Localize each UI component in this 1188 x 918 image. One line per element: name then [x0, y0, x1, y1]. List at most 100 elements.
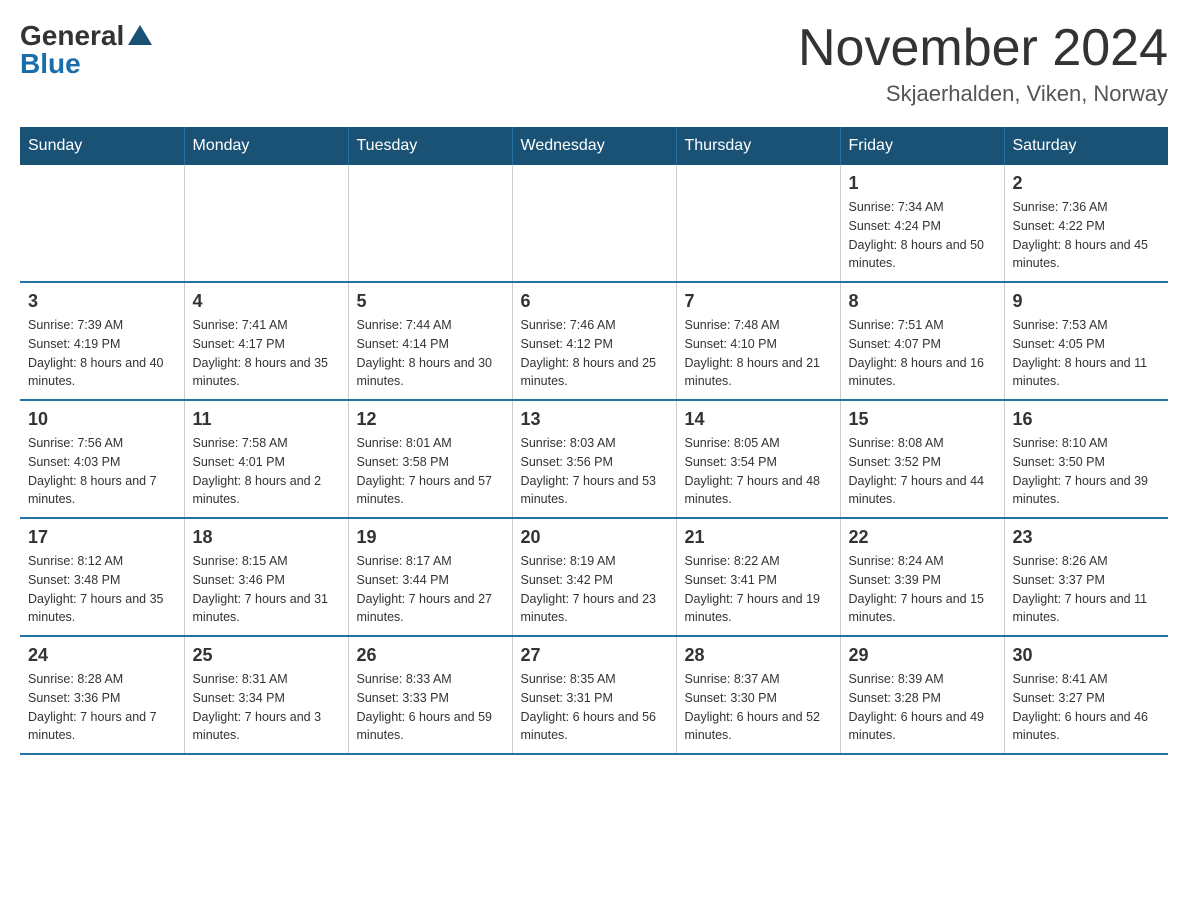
- calendar-week-row: 17 Sunrise: 8:12 AMSunset: 3:48 PMDayligh…: [20, 518, 1168, 636]
- calendar-cell: [20, 165, 184, 282]
- calendar-cell: 4 Sunrise: 7:41 AMSunset: 4:17 PMDaylight…: [184, 282, 348, 400]
- weekday-header-tuesday: Tuesday: [348, 127, 512, 165]
- day-info: Sunrise: 8:28 AMSunset: 3:36 PMDaylight:…: [28, 670, 176, 745]
- calendar-cell: 16 Sunrise: 8:10 AMSunset: 3:50 PMDayligh…: [1004, 400, 1168, 518]
- day-info: Sunrise: 8:33 AMSunset: 3:33 PMDaylight:…: [357, 670, 504, 745]
- day-info: Sunrise: 7:39 AMSunset: 4:19 PMDaylight:…: [28, 316, 176, 391]
- day-info: Sunrise: 8:24 AMSunset: 3:39 PMDaylight:…: [849, 552, 996, 627]
- calendar-cell: [676, 165, 840, 282]
- calendar-cell: 19 Sunrise: 8:17 AMSunset: 3:44 PMDayligh…: [348, 518, 512, 636]
- day-number: 24: [28, 645, 176, 666]
- calendar-cell: 21 Sunrise: 8:22 AMSunset: 3:41 PMDayligh…: [676, 518, 840, 636]
- day-number: 27: [521, 645, 668, 666]
- day-number: 12: [357, 409, 504, 430]
- calendar-cell: 23 Sunrise: 8:26 AMSunset: 3:37 PMDayligh…: [1004, 518, 1168, 636]
- day-info: Sunrise: 8:01 AMSunset: 3:58 PMDaylight:…: [357, 434, 504, 509]
- calendar-cell: [348, 165, 512, 282]
- day-number: 22: [849, 527, 996, 548]
- calendar-cell: 30Sunrise: 8:41 AMSunset: 3:27 PMDayligh…: [1004, 636, 1168, 754]
- calendar-cell: 7Sunrise: 7:48 AMSunset: 4:10 PMDaylight…: [676, 282, 840, 400]
- weekday-header-friday: Friday: [840, 127, 1004, 165]
- calendar-week-row: 10Sunrise: 7:56 AMSunset: 4:03 PMDayligh…: [20, 400, 1168, 518]
- calendar-cell: 15 Sunrise: 8:08 AMSunset: 3:52 PMDayligh…: [840, 400, 1004, 518]
- calendar-week-row: 1Sunrise: 7:34 AMSunset: 4:24 PMDaylight…: [20, 165, 1168, 282]
- day-number: 15: [849, 409, 996, 430]
- calendar-cell: 29 Sunrise: 8:39 AMSunset: 3:28 PMDayligh…: [840, 636, 1004, 754]
- calendar-cell: 27 Sunrise: 8:35 AMSunset: 3:31 PMDayligh…: [512, 636, 676, 754]
- day-info: Sunrise: 8:12 AMSunset: 3:48 PMDaylight:…: [28, 552, 176, 627]
- day-info: Sunrise: 8:15 AMSunset: 3:46 PMDaylight:…: [193, 552, 340, 627]
- calendar-cell: 17 Sunrise: 8:12 AMSunset: 3:48 PMDayligh…: [20, 518, 184, 636]
- calendar-cell: 9 Sunrise: 7:53 AMSunset: 4:05 PMDaylight…: [1004, 282, 1168, 400]
- weekday-header-saturday: Saturday: [1004, 127, 1168, 165]
- weekday-header-monday: Monday: [184, 127, 348, 165]
- day-info: Sunrise: 8:08 AMSunset: 3:52 PMDaylight:…: [849, 434, 996, 509]
- calendar-cell: 18 Sunrise: 8:15 AMSunset: 3:46 PMDayligh…: [184, 518, 348, 636]
- day-info: Sunrise: 7:41 AMSunset: 4:17 PMDaylight:…: [193, 316, 340, 391]
- logo-triangle-icon: [128, 25, 152, 45]
- title-area: November 2024 Skjaerhalden, Viken, Norwa…: [798, 20, 1168, 107]
- calendar-cell: 1Sunrise: 7:34 AMSunset: 4:24 PMDaylight…: [840, 165, 1004, 282]
- day-info: Sunrise: 8:35 AMSunset: 3:31 PMDaylight:…: [521, 670, 668, 745]
- day-number: 25: [193, 645, 340, 666]
- calendar-week-row: 24 Sunrise: 8:28 AMSunset: 3:36 PMDayligh…: [20, 636, 1168, 754]
- day-number: 2: [1013, 173, 1161, 194]
- day-number: 10: [28, 409, 176, 430]
- day-number: 28: [685, 645, 832, 666]
- calendar-week-row: 3 Sunrise: 7:39 AMSunset: 4:19 PMDaylight…: [20, 282, 1168, 400]
- calendar-cell: 3 Sunrise: 7:39 AMSunset: 4:19 PMDaylight…: [20, 282, 184, 400]
- day-number: 21: [685, 527, 832, 548]
- day-info: Sunrise: 8:17 AMSunset: 3:44 PMDaylight:…: [357, 552, 504, 627]
- day-number: 23: [1013, 527, 1161, 548]
- calendar-cell: 14Sunrise: 8:05 AMSunset: 3:54 PMDayligh…: [676, 400, 840, 518]
- calendar-cell: 28 Sunrise: 8:37 AMSunset: 3:30 PMDayligh…: [676, 636, 840, 754]
- day-info: Sunrise: 7:58 AMSunset: 4:01 PMDaylight:…: [193, 434, 340, 509]
- calendar-cell: 2 Sunrise: 7:36 AMSunset: 4:22 PMDaylight…: [1004, 165, 1168, 282]
- calendar-cell: [512, 165, 676, 282]
- calendar-cell: 24 Sunrise: 8:28 AMSunset: 3:36 PMDayligh…: [20, 636, 184, 754]
- logo: General Blue: [20, 20, 152, 80]
- day-info: Sunrise: 7:44 AMSunset: 4:14 PMDaylight:…: [357, 316, 504, 391]
- calendar-cell: 26 Sunrise: 8:33 AMSunset: 3:33 PMDayligh…: [348, 636, 512, 754]
- day-info: Sunrise: 7:48 AMSunset: 4:10 PMDaylight:…: [685, 316, 832, 391]
- day-number: 11: [193, 409, 340, 430]
- day-info: Sunrise: 8:31 AMSunset: 3:34 PMDaylight:…: [193, 670, 340, 745]
- month-title: November 2024: [798, 20, 1168, 77]
- calendar-cell: 6Sunrise: 7:46 AMSunset: 4:12 PMDaylight…: [512, 282, 676, 400]
- day-info: Sunrise: 8:22 AMSunset: 3:41 PMDaylight:…: [685, 552, 832, 627]
- day-info: Sunrise: 8:10 AMSunset: 3:50 PMDaylight:…: [1013, 434, 1161, 509]
- calendar-cell: [184, 165, 348, 282]
- day-number: 17: [28, 527, 176, 548]
- calendar-cell: 20 Sunrise: 8:19 AMSunset: 3:42 PMDayligh…: [512, 518, 676, 636]
- day-number: 5: [357, 291, 504, 312]
- day-info: Sunrise: 8:26 AMSunset: 3:37 PMDaylight:…: [1013, 552, 1161, 627]
- day-number: 4: [193, 291, 340, 312]
- calendar-table: SundayMondayTuesdayWednesdayThursdayFrid…: [20, 127, 1168, 755]
- day-number: 9: [1013, 291, 1161, 312]
- day-info: Sunrise: 8:39 AMSunset: 3:28 PMDaylight:…: [849, 670, 996, 745]
- day-info: Sunrise: 8:03 AMSunset: 3:56 PMDaylight:…: [521, 434, 668, 509]
- day-info: Sunrise: 8:41 AMSunset: 3:27 PMDaylight:…: [1013, 670, 1161, 745]
- day-info: Sunrise: 8:19 AMSunset: 3:42 PMDaylight:…: [521, 552, 668, 627]
- day-number: 16: [1013, 409, 1161, 430]
- page-header: General Blue November 2024 Skjaerhalden,…: [20, 20, 1168, 107]
- day-number: 1: [849, 173, 996, 194]
- day-number: 26: [357, 645, 504, 666]
- day-info: Sunrise: 8:37 AMSunset: 3:30 PMDaylight:…: [685, 670, 832, 745]
- day-number: 18: [193, 527, 340, 548]
- day-info: Sunrise: 7:36 AMSunset: 4:22 PMDaylight:…: [1013, 198, 1161, 273]
- calendar-cell: 8Sunrise: 7:51 AMSunset: 4:07 PMDaylight…: [840, 282, 1004, 400]
- day-number: 20: [521, 527, 668, 548]
- calendar-cell: 12 Sunrise: 8:01 AMSunset: 3:58 PMDayligh…: [348, 400, 512, 518]
- calendar-cell: 10Sunrise: 7:56 AMSunset: 4:03 PMDayligh…: [20, 400, 184, 518]
- day-number: 8: [849, 291, 996, 312]
- weekday-header-thursday: Thursday: [676, 127, 840, 165]
- day-info: Sunrise: 7:46 AMSunset: 4:12 PMDaylight:…: [521, 316, 668, 391]
- day-number: 19: [357, 527, 504, 548]
- day-info: Sunrise: 7:53 AMSunset: 4:05 PMDaylight:…: [1013, 316, 1161, 391]
- day-info: Sunrise: 8:05 AMSunset: 3:54 PMDaylight:…: [685, 434, 832, 509]
- calendar-cell: 22 Sunrise: 8:24 AMSunset: 3:39 PMDayligh…: [840, 518, 1004, 636]
- day-number: 29: [849, 645, 996, 666]
- weekday-header-sunday: Sunday: [20, 127, 184, 165]
- day-number: 3: [28, 291, 176, 312]
